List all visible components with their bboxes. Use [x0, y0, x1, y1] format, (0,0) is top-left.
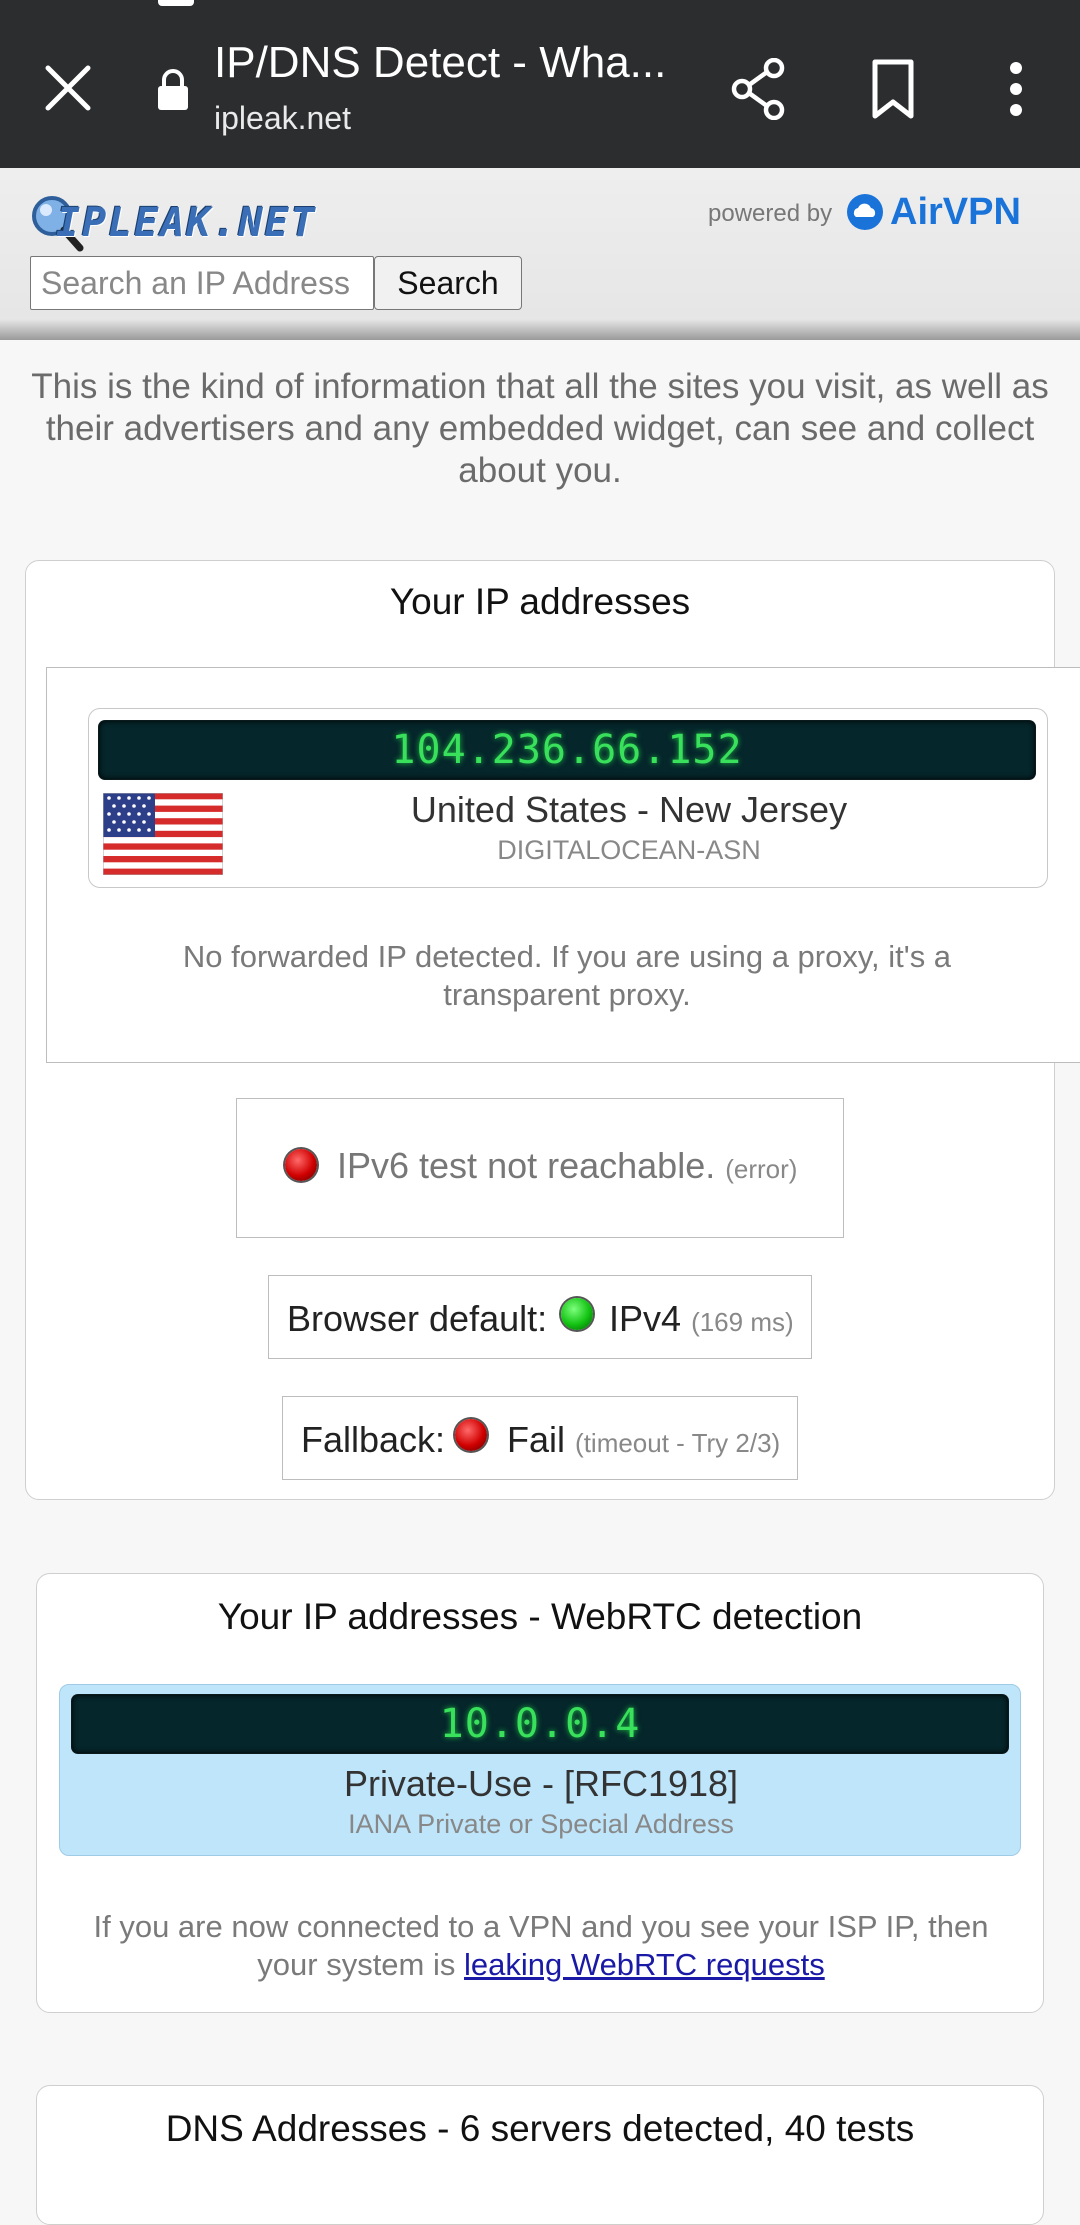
forwarded-ip-note: No forwarded IP detected. If you are usi… [182, 939, 952, 1012]
browser-default-label: Browser default: [287, 1298, 548, 1339]
ipv6-status-box: IPv6 test not reachable. (error) [236, 1098, 844, 1238]
bookmark-icon[interactable] [870, 58, 916, 120]
ip-section-title: Your IP addresses [389, 581, 691, 622]
share-icon[interactable] [730, 58, 786, 120]
ip-detail-box: 104.236.66.152 United States - New Jerse… [46, 667, 1080, 1063]
site-header: IPLEAK.NET powered by AirVPN Search an I… [0, 168, 1080, 340]
dns-section-title: DNS Addresses - 6 servers detected, 40 t… [165, 2108, 915, 2149]
search-ip-input[interactable]: Search an IP Address [30, 256, 374, 310]
webrtc-note: If you are now connected to a VPN and yo… [77, 1908, 1005, 1984]
fallback-label: Fallback: [301, 1419, 446, 1460]
fallback-red-icon [455, 1419, 487, 1451]
browser-default-value-text: IPv4 (169 ms) [609, 1298, 794, 1340]
ip-location: United States - New Jersey [410, 789, 848, 830]
browser-toolbar: IP/DNS Detect - Wha... ipleak.net [0, 0, 1080, 168]
browser-default-detail: (169 ms) [691, 1307, 794, 1337]
webrtc-ip-value: 10.0.0.4 [72, 1695, 1008, 1753]
airvpn-logo-icon [847, 194, 883, 230]
fallback-value: Fail [507, 1419, 566, 1460]
browser-default-value: IPv4 [609, 1298, 682, 1339]
airvpn-brand[interactable]: AirVPN [846, 190, 1021, 234]
ip-addresses-card: Your IP addresses 104.236.66.152 United … [25, 560, 1080, 1500]
status-bar-fragment [158, 0, 194, 6]
lock-icon [158, 69, 188, 110]
ip-result-card: 104.236.66.152 United States - New Jerse… [88, 708, 1048, 888]
webrtc-section-title: Your IP addresses - WebRTC detection [217, 1596, 863, 1637]
webrtc-ip-sublabel: IANA Private or Special Address [348, 1809, 734, 1839]
fallback-detail: (timeout - Try 2/3) [575, 1428, 781, 1458]
ipv6-status-label: IPv6 test not reachable. [337, 1145, 716, 1186]
page-url[interactable]: ipleak.net [214, 100, 351, 137]
page-title: IP/DNS Detect - Wha... [214, 38, 667, 87]
search-button[interactable]: Search [374, 256, 522, 310]
dns-card: DNS Addresses - 6 servers detected, 40 t… [36, 2085, 1044, 2225]
browser-default-box: Browser default: IPv4 (169 ms) [268, 1275, 812, 1359]
powered-by-label: powered by [708, 200, 833, 227]
ip-asn: DIGITALOCEAN-ASN [497, 835, 761, 865]
browser-default-green-icon [561, 1298, 593, 1330]
ipv6-status-detail: (error) [725, 1154, 798, 1184]
webrtc-result-card: 10.0.0.4 Private-Use - [RFC1918] IANA Pr… [59, 1684, 1021, 1856]
ipv6-status-red-icon [285, 1149, 317, 1181]
fallback-value-text: Fail (timeout - Try 2/3) [507, 1419, 780, 1461]
webrtc-card: Your IP addresses - WebRTC detection 10.… [36, 1573, 1044, 2013]
more-vert-icon[interactable] [1000, 58, 1032, 120]
us-flag-icon [103, 793, 223, 875]
ipv6-status-text: IPv6 test not reachable. (error) [337, 1145, 797, 1187]
close-icon[interactable] [42, 62, 94, 114]
webrtc-leak-link[interactable]: leaking WebRTC requests [464, 1947, 825, 1982]
intro-text: This is the kind of information that all… [31, 367, 1049, 490]
logo-text: IPLEAK.NET [56, 200, 317, 246]
webrtc-ip-label: Private-Use - [RFC1918] [343, 1763, 739, 1804]
fallback-box: Fallback: Fail (timeout - Try 2/3) [282, 1396, 798, 1480]
public-ip-value: 104.236.66.152 [99, 721, 1035, 779]
airvpn-brand-text: AirVPN [890, 190, 1021, 233]
